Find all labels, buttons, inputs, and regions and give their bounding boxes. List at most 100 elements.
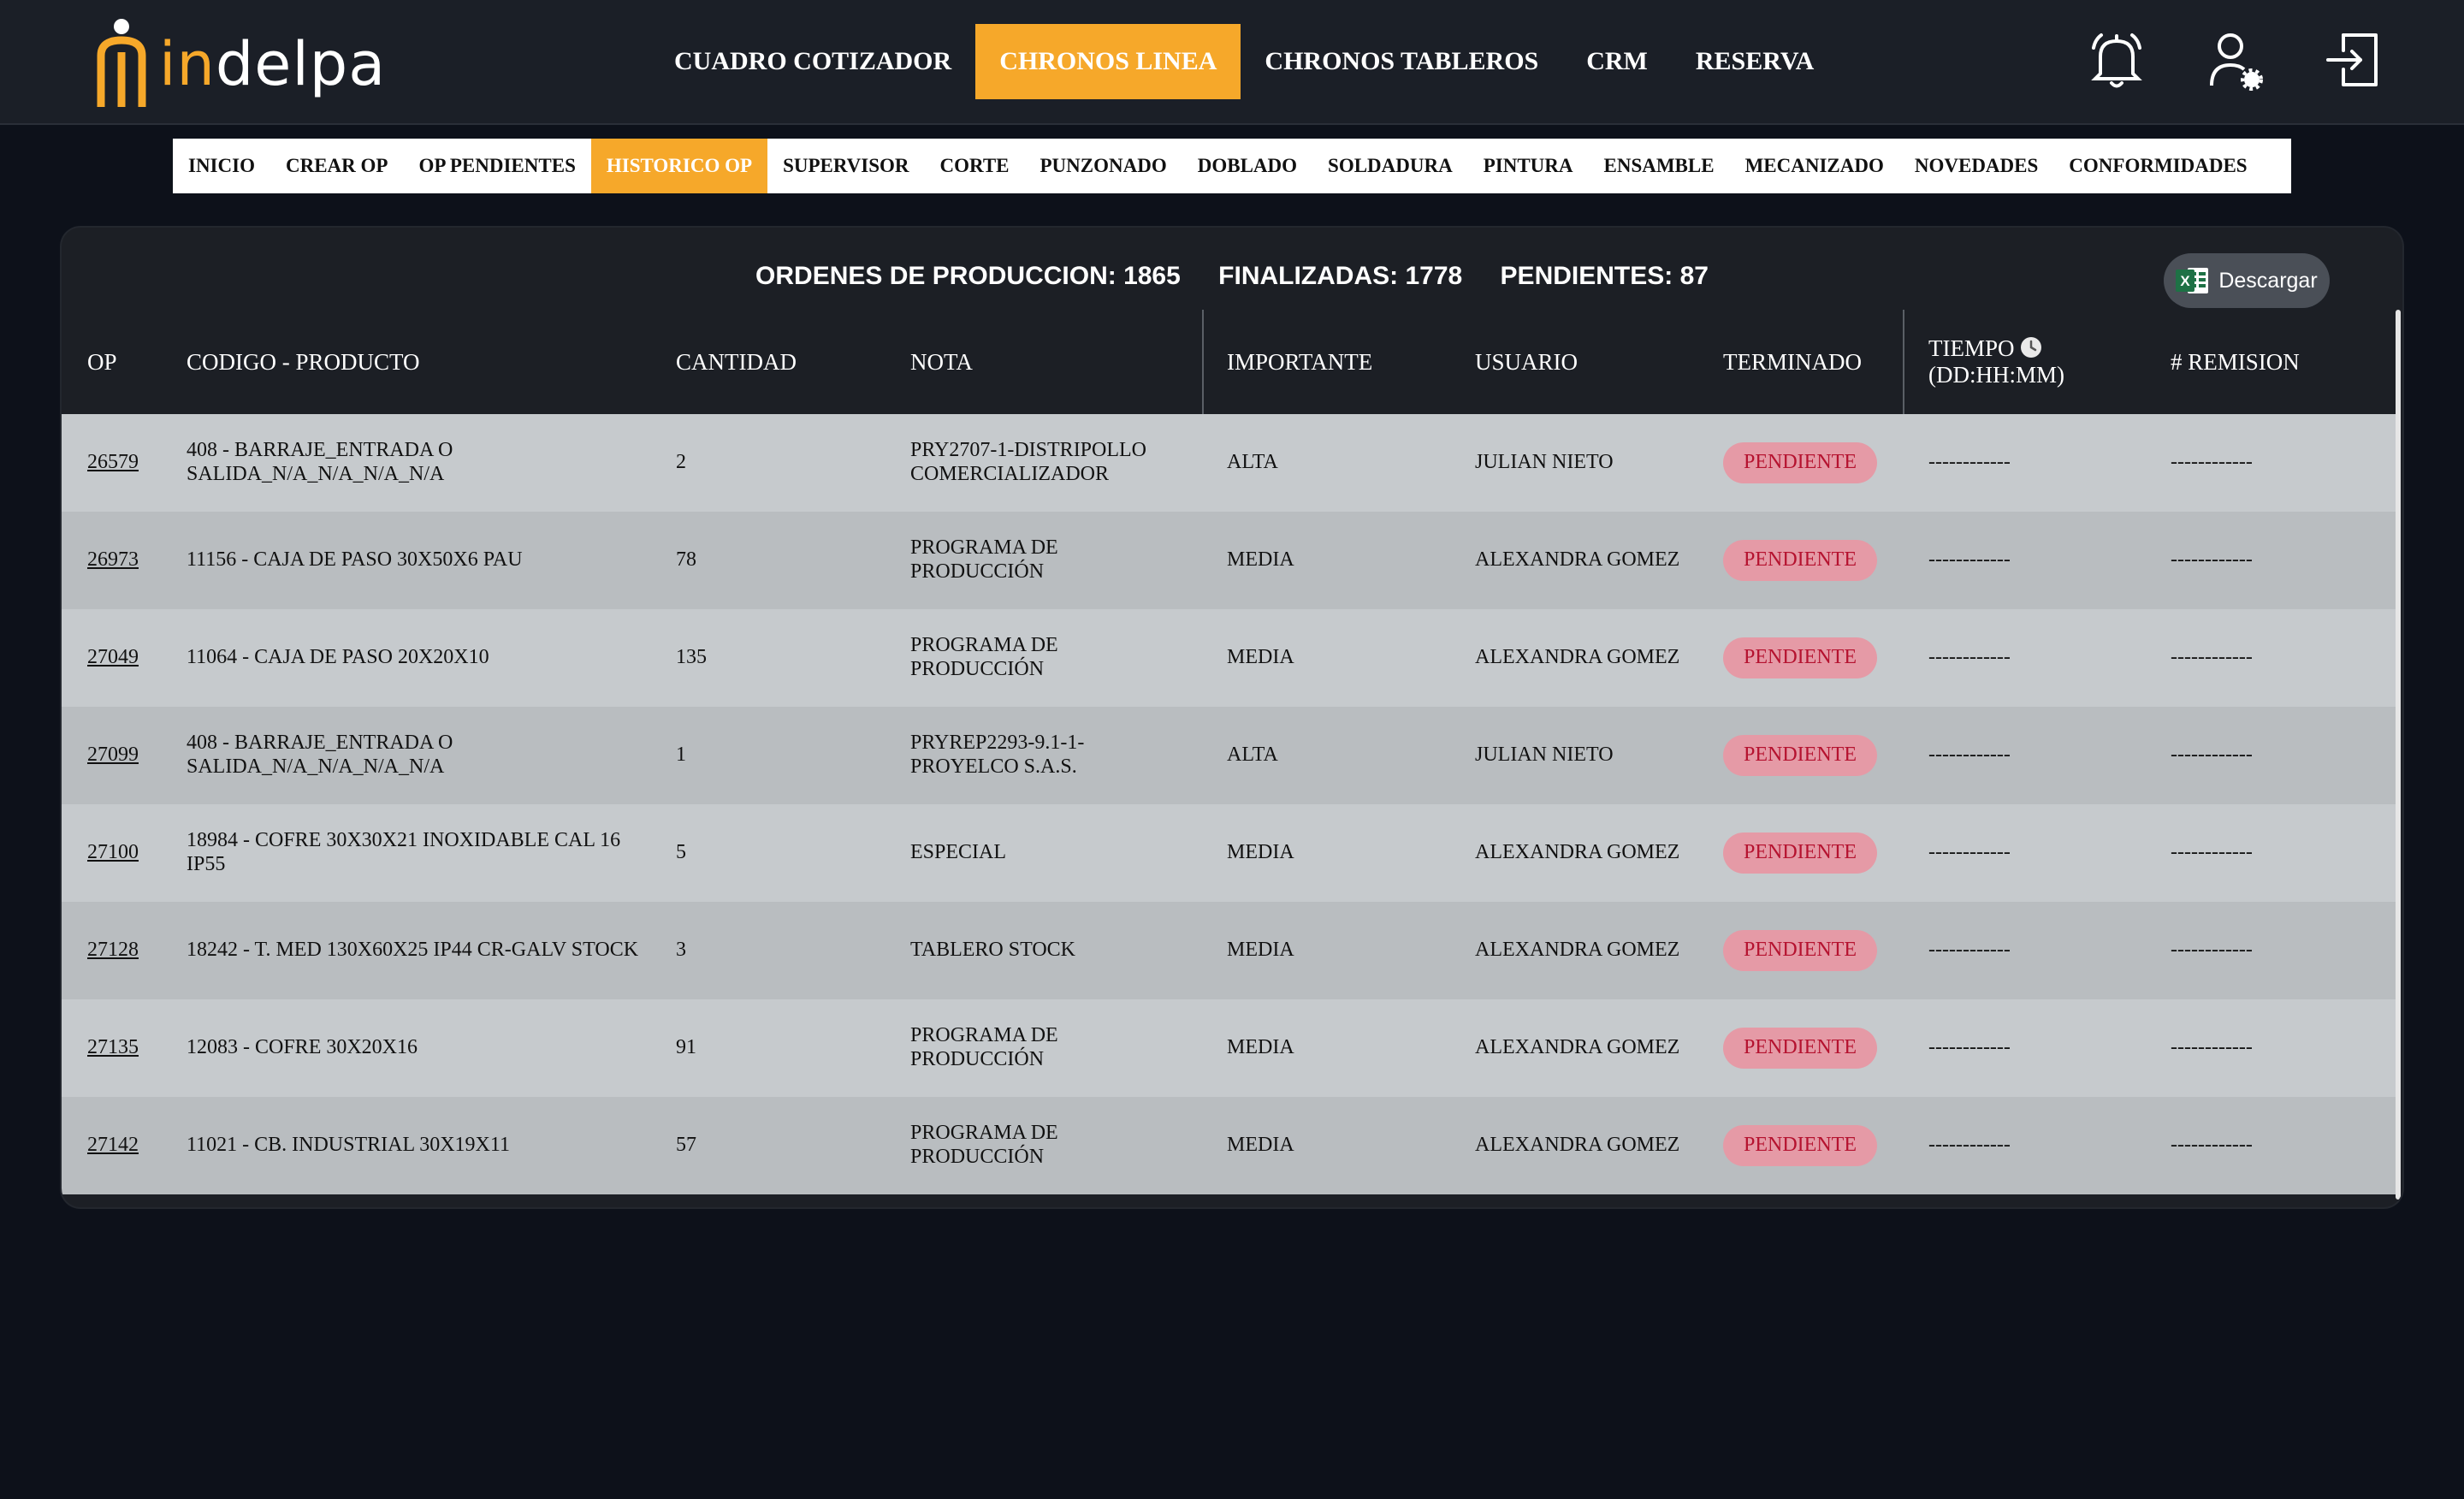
op-link[interactable]: 27135 bbox=[87, 999, 173, 1097]
subnav-conformidades[interactable]: CONFORMIDADES bbox=[2053, 139, 2262, 193]
remision-cell: ------------ bbox=[2171, 548, 2253, 572]
col-header-cantidad[interactable]: CANTIDAD bbox=[676, 310, 797, 414]
col-header-importante[interactable]: IMPORTANTE bbox=[1227, 310, 1372, 414]
usuario-cell: ALEXANDRA GOMEZ bbox=[1475, 841, 1680, 864]
op-link[interactable]: 27099 bbox=[87, 707, 173, 804]
terminado-cell: PENDIENTE bbox=[1723, 804, 1911, 902]
main-nav-crm[interactable]: CRM bbox=[1562, 24, 1672, 99]
table-row[interactable]: 27099 408 - BARRAJE_ENTRADA O SALIDA_N/A_… bbox=[62, 707, 2397, 804]
table-row[interactable]: 27100 18984 - COFRE 30X30X21 INOXIDABLE C… bbox=[62, 804, 2397, 902]
col-header-tiempo[interactable]: TIEMPO (DD:HH:MM) bbox=[1928, 310, 2064, 414]
tiempo-cell: ------------ bbox=[1928, 841, 2011, 864]
subnav-novedades[interactable]: NOVEDADES bbox=[1899, 139, 2053, 193]
subnav-doblado[interactable]: DOBLADO bbox=[1182, 139, 1312, 193]
nota-cell: PROGRAMA DE PRODUCCIÓN bbox=[910, 1122, 1058, 1168]
table-row[interactable]: 27135 12083 - COFRE 30X20X16 91 PROGRAMA DE… bbox=[62, 999, 2397, 1097]
op-link[interactable]: 26579 bbox=[87, 414, 173, 512]
header-divider-2 bbox=[1903, 310, 1904, 414]
top-icons bbox=[2082, 26, 2387, 94]
terminado-cell: PENDIENTE bbox=[1723, 1097, 1911, 1194]
download-label: Descargar bbox=[2218, 268, 2318, 293]
tiempo-cell: ------------ bbox=[1928, 744, 2011, 767]
op-link[interactable]: 27100 bbox=[87, 804, 173, 902]
subnav-supervisor[interactable]: SUPERVISOR bbox=[767, 139, 924, 193]
terminado-cell: PENDIENTE bbox=[1723, 999, 1911, 1097]
status-badge: PENDIENTE bbox=[1723, 735, 1877, 776]
subnav-crear-op[interactable]: CREAR OP bbox=[270, 139, 403, 193]
col-header-usuario[interactable]: USUARIO bbox=[1475, 310, 1578, 414]
subnav-mecanizado[interactable]: MECANIZADO bbox=[1730, 139, 1899, 193]
main-nav-chronos-tableros[interactable]: CHRONOS TABLEROS bbox=[1241, 24, 1562, 99]
main-nav-chronos-linea[interactable]: CHRONOS LINEA bbox=[975, 24, 1241, 99]
status-badge: PENDIENTE bbox=[1723, 1125, 1877, 1166]
download-button[interactable]: X Descargar bbox=[2164, 253, 2330, 308]
codigo-cell: 408 - BARRAJE_ENTRADA O SALIDA_N/A_N/A_N… bbox=[187, 732, 453, 778]
importante-cell: MEDIA bbox=[1227, 1134, 1294, 1157]
subnav-pintura[interactable]: PINTURA bbox=[1468, 139, 1589, 193]
op-link[interactable]: 27049 bbox=[87, 609, 173, 707]
terminado-cell: PENDIENTE bbox=[1723, 707, 1911, 804]
logo-text-part2: delpa bbox=[215, 29, 387, 99]
svg-text:X: X bbox=[2181, 273, 2191, 289]
table-body: 26579 408 - BARRAJE_ENTRADA O SALIDA_N/A_… bbox=[62, 414, 2397, 1194]
cantidad-cell: 91 bbox=[676, 1036, 696, 1059]
nota-cell: TABLERO STOCK bbox=[910, 939, 1075, 962]
usuario-cell: ALEXANDRA GOMEZ bbox=[1475, 1036, 1680, 1059]
table-row[interactable]: 27128 18242 - T. MED 130X60X25 IP44 CR-GA… bbox=[62, 902, 2397, 999]
status-badge: PENDIENTE bbox=[1723, 930, 1877, 971]
subnav-punzonado[interactable]: PUNZONADO bbox=[1025, 139, 1182, 193]
col-header-op[interactable]: OP bbox=[87, 310, 117, 414]
summary-pendientes: PENDIENTES: 87 bbox=[1500, 262, 1709, 290]
table-scrollbar[interactable] bbox=[2396, 310, 2401, 1200]
terminado-cell: PENDIENTE bbox=[1723, 902, 1911, 999]
col-header-terminado[interactable]: TERMINADO bbox=[1723, 310, 1862, 414]
user-settings-icon[interactable] bbox=[2200, 26, 2269, 94]
logo-text: indelpa bbox=[159, 34, 386, 94]
codigo-cell: 408 - BARRAJE_ENTRADA O SALIDA_N/A_N/A_N… bbox=[187, 439, 453, 485]
nota-cell: PROGRAMA DE PRODUCCIÓN bbox=[910, 1024, 1058, 1070]
tiempo-cell: ------------ bbox=[1928, 548, 2011, 572]
sub-nav: INICIO CREAR OP OP PENDIENTES HISTORICO … bbox=[173, 139, 2291, 193]
logout-icon[interactable] bbox=[2319, 26, 2387, 94]
subnav-historico-op[interactable]: HISTORICO OP bbox=[590, 139, 768, 193]
op-link[interactable]: 27128 bbox=[87, 902, 173, 999]
tiempo-cell: ------------ bbox=[1928, 451, 2011, 474]
usuario-cell: ALEXANDRA GOMEZ bbox=[1475, 1134, 1680, 1157]
table-row[interactable]: 27142 11021 - CB. INDUSTRIAL 30X19X11 57 PR… bbox=[62, 1097, 2397, 1194]
usuario-cell: ALEXANDRA GOMEZ bbox=[1475, 646, 1680, 669]
subnav-op-pendientes[interactable]: OP PENDIENTES bbox=[403, 139, 590, 193]
table-row[interactable]: 27049 11064 - CAJA DE PASO 20X20X10 135 PRO… bbox=[62, 609, 2397, 707]
op-link[interactable]: 26973 bbox=[87, 512, 173, 609]
subnav-inicio[interactable]: INICIO bbox=[173, 139, 270, 193]
logo-mark-icon bbox=[97, 19, 146, 107]
tiempo-cell: ------------ bbox=[1928, 1134, 2011, 1157]
subnav-ensamble[interactable]: ENSAMBLE bbox=[1589, 139, 1730, 193]
excel-icon: X bbox=[2176, 268, 2209, 293]
historico-panel: ORDENES DE PRODUCCION: 1865 FINALIZADAS:… bbox=[62, 228, 2402, 1207]
remision-cell: ------------ bbox=[2171, 841, 2253, 864]
col-header-nota[interactable]: NOTA bbox=[910, 310, 973, 414]
remision-cell: ------------ bbox=[2171, 744, 2253, 767]
col-header-codigo[interactable]: CODIGO - PRODUCTO bbox=[187, 310, 420, 414]
bell-icon[interactable] bbox=[2082, 26, 2151, 94]
importante-cell: MEDIA bbox=[1227, 939, 1294, 962]
summary-finalizadas: FINALIZADAS: 1778 bbox=[1218, 262, 1463, 290]
main-nav-reserva[interactable]: RESERVA bbox=[1672, 24, 1838, 99]
clock-icon bbox=[2021, 337, 2042, 358]
table-header: OP CODIGO - PRODUCTO CANTIDAD NOTA IMPOR… bbox=[62, 310, 2397, 414]
subnav-soldadura[interactable]: SOLDADURA bbox=[1312, 139, 1468, 193]
importante-cell: ALTA bbox=[1227, 744, 1278, 767]
cantidad-cell: 3 bbox=[676, 939, 686, 962]
op-link[interactable]: 27142 bbox=[87, 1097, 173, 1194]
codigo-cell: 18984 - COFRE 30X30X21 INOXIDABLE CAL 16… bbox=[187, 829, 621, 875]
usuario-cell: JULIAN NIETO bbox=[1475, 451, 1614, 474]
status-badge: PENDIENTE bbox=[1723, 832, 1877, 874]
indelpa-logo[interactable]: indelpa bbox=[94, 17, 386, 111]
col-header-remision[interactable]: # REMISION bbox=[2171, 310, 2300, 414]
usuario-cell: ALEXANDRA GOMEZ bbox=[1475, 939, 1680, 962]
main-nav-cuadro-cotizador[interactable]: CUADRO COTIZADOR bbox=[650, 24, 975, 99]
table-row[interactable]: 26973 11156 - CAJA DE PASO 30X50X6 PAU 78 P… bbox=[62, 512, 2397, 609]
subnav-corte[interactable]: CORTE bbox=[925, 139, 1025, 193]
table-row[interactable]: 26579 408 - BARRAJE_ENTRADA O SALIDA_N/A_… bbox=[62, 414, 2397, 512]
importante-cell: MEDIA bbox=[1227, 646, 1294, 669]
